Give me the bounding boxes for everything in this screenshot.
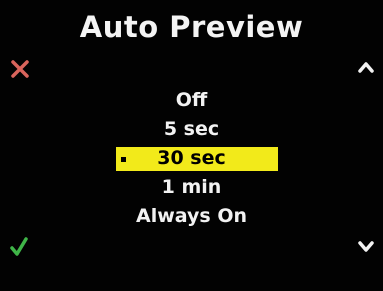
page-title: Auto Preview	[79, 10, 304, 44]
option-30-sec[interactable]: 30 sec	[0, 144, 383, 173]
option-1-min[interactable]: 1 min	[0, 173, 383, 202]
selection-marker-icon	[121, 157, 126, 162]
camera-menu-screen: Auto Preview Off 5 sec 30 sec 1 min Alwa…	[0, 0, 383, 291]
option-always-on[interactable]: Always On	[0, 202, 383, 231]
option-label: Off	[175, 89, 208, 111]
option-off[interactable]: Off	[0, 86, 383, 115]
chevron-up-icon[interactable]	[357, 60, 375, 74]
option-label: 5 sec	[163, 118, 220, 140]
chevron-down-icon[interactable]	[357, 240, 375, 254]
option-label: 1 min	[161, 176, 222, 198]
close-icon[interactable]	[9, 58, 31, 80]
option-5-sec[interactable]: 5 sec	[0, 115, 383, 144]
checkmark-icon[interactable]	[9, 236, 29, 258]
option-label: Always On	[136, 205, 247, 227]
option-list: Off 5 sec 30 sec 1 min Always On	[0, 86, 383, 231]
option-label: 30 sec	[157, 147, 226, 169]
